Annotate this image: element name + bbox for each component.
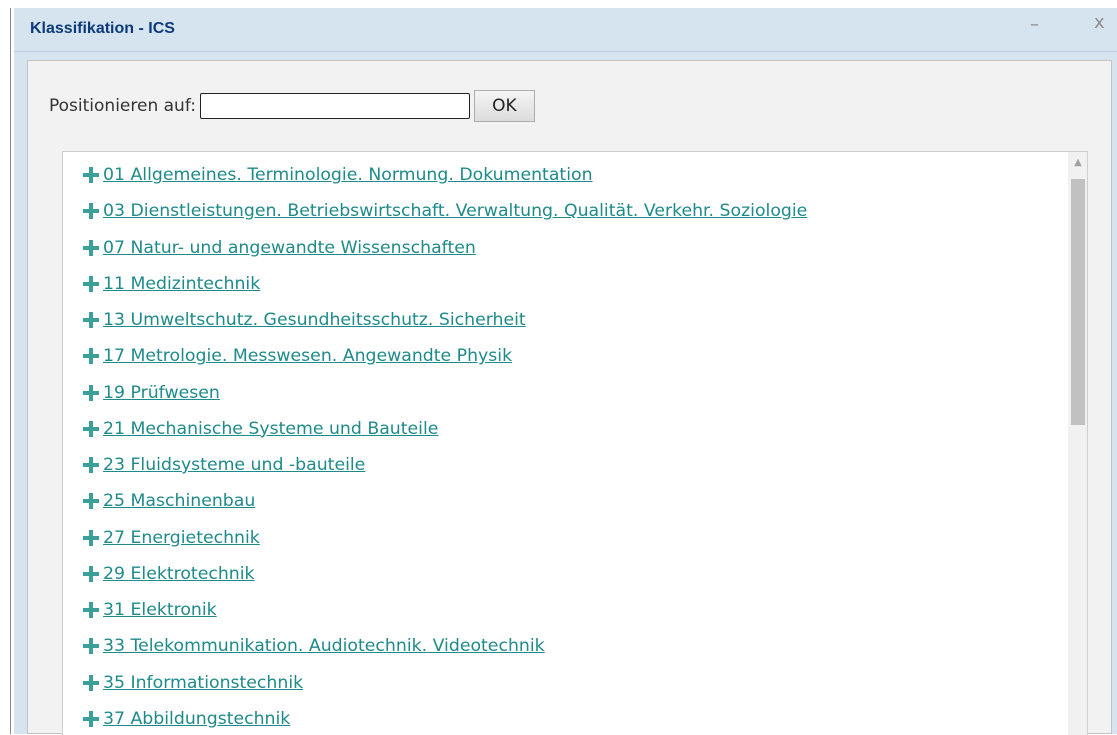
scrollbar-thumb[interactable] [1071, 179, 1085, 425]
tree-item-link[interactable]: 07 Natur- und angewandte Wissenschaften [103, 238, 476, 258]
background-window-border [10, 8, 11, 734]
tree-item-link[interactable]: 01 Allgemeines. Terminologie. Normung. D… [103, 165, 593, 185]
tree-item[interactable]: 13 Umweltschutz. Gesundheitsschutz. Sich… [82, 305, 526, 335]
expand-plus-icon[interactable] [82, 384, 100, 402]
expand-plus-icon[interactable] [82, 275, 100, 293]
tree-item[interactable]: 29 Elektrotechnik [82, 559, 255, 589]
close-icon[interactable]: x [1094, 12, 1105, 33]
background-window-edge [0, 0, 14, 734]
tree-item[interactable]: 23 Fluidsysteme und -bauteile [82, 450, 365, 480]
tree-item[interactable]: 17 Metrologie. Messwesen. Angewandte Phy… [82, 341, 512, 371]
positioning-input[interactable] [199, 93, 470, 119]
scroll-up-arrow-icon[interactable]: ▲ [1068, 152, 1087, 172]
tree-item-link[interactable]: 19 Prüfwesen [103, 383, 220, 403]
tree-item[interactable]: 33 Telekommunikation. Audiotechnik. Vide… [82, 631, 545, 661]
expand-plus-icon[interactable] [82, 637, 100, 655]
expand-plus-icon[interactable] [82, 202, 100, 220]
tree-item[interactable]: 01 Allgemeines. Terminologie. Normung. D… [82, 160, 593, 190]
expand-plus-icon[interactable] [82, 674, 100, 692]
tree-item-link[interactable]: 21 Mechanische Systeme und Bauteile [103, 419, 438, 439]
tree-item[interactable]: 27 Energietechnik [82, 523, 260, 553]
tree-item-link[interactable]: 25 Maschinenbau [103, 491, 255, 511]
expand-plus-icon[interactable] [82, 420, 100, 438]
tree-item[interactable]: 19 Prüfwesen [82, 378, 220, 408]
ics-tree-panel[interactable]: 01 Allgemeines. Terminologie. Normung. D… [62, 151, 1088, 735]
dialog-titlebar[interactable]: Klassifikation - ICS – x [14, 8, 1117, 52]
tree-item[interactable]: 03 Dienstleistungen. Betriebswirtschaft.… [82, 196, 807, 226]
tree-item[interactable]: 31 Elektronik [82, 595, 217, 625]
tree-item-link[interactable]: 27 Energietechnik [103, 528, 260, 548]
expand-plus-icon[interactable] [82, 492, 100, 510]
tree-item-link[interactable]: 23 Fluidsysteme und -bauteile [103, 455, 365, 475]
tree-item[interactable]: 35 Informationstechnik [82, 668, 303, 698]
expand-plus-icon[interactable] [82, 166, 100, 184]
expand-plus-icon[interactable] [82, 311, 100, 329]
expand-plus-icon[interactable] [82, 601, 100, 619]
tree-item-link[interactable]: 33 Telekommunikation. Audiotechnik. Vide… [103, 636, 545, 656]
positioning-row: Positionieren auf: OK [49, 90, 535, 122]
tree-item[interactable]: 21 Mechanische Systeme und Bauteile [82, 414, 438, 444]
tree-item[interactable]: 37 Abbildungstechnik [82, 704, 290, 734]
tree-item-link[interactable]: 31 Elektronik [103, 600, 217, 620]
expand-plus-icon[interactable] [82, 347, 100, 365]
tree-item-link[interactable]: 29 Elektrotechnik [103, 564, 255, 584]
expand-plus-icon[interactable] [82, 710, 100, 728]
expand-plus-icon[interactable] [82, 456, 100, 474]
tree-item[interactable]: 25 Maschinenbau [82, 486, 255, 516]
tree-item-link[interactable]: 35 Informationstechnik [103, 673, 303, 693]
ics-classification-dialog: Klassifikation - ICS – x Positionieren a… [14, 8, 1117, 735]
positioning-label: Positionieren auf: [49, 96, 196, 116]
tree-item-link[interactable]: 13 Umweltschutz. Gesundheitsschutz. Sich… [103, 310, 526, 330]
expand-plus-icon[interactable] [82, 529, 100, 547]
tree-item[interactable]: 11 Medizintechnik [82, 269, 260, 299]
tree-item-link[interactable]: 17 Metrologie. Messwesen. Angewandte Phy… [103, 346, 512, 366]
expand-plus-icon[interactable] [82, 239, 100, 257]
minimize-icon[interactable]: – [1030, 14, 1039, 35]
vertical-scrollbar[interactable]: ▲ [1068, 152, 1087, 735]
tree-item-link[interactable]: 03 Dienstleistungen. Betriebswirtschaft.… [103, 201, 807, 221]
expand-plus-icon[interactable] [82, 565, 100, 583]
dialog-title: Klassifikation - ICS [30, 20, 175, 37]
dialog-content-panel: Positionieren auf: OK 01 Allgemeines. Te… [27, 60, 1112, 735]
tree-item-link[interactable]: 37 Abbildungstechnik [103, 709, 290, 729]
tree-item-link[interactable]: 11 Medizintechnik [103, 274, 260, 294]
tree-item[interactable]: 07 Natur- und angewandte Wissenschaften [82, 233, 476, 263]
ok-button[interactable]: OK [473, 90, 535, 122]
